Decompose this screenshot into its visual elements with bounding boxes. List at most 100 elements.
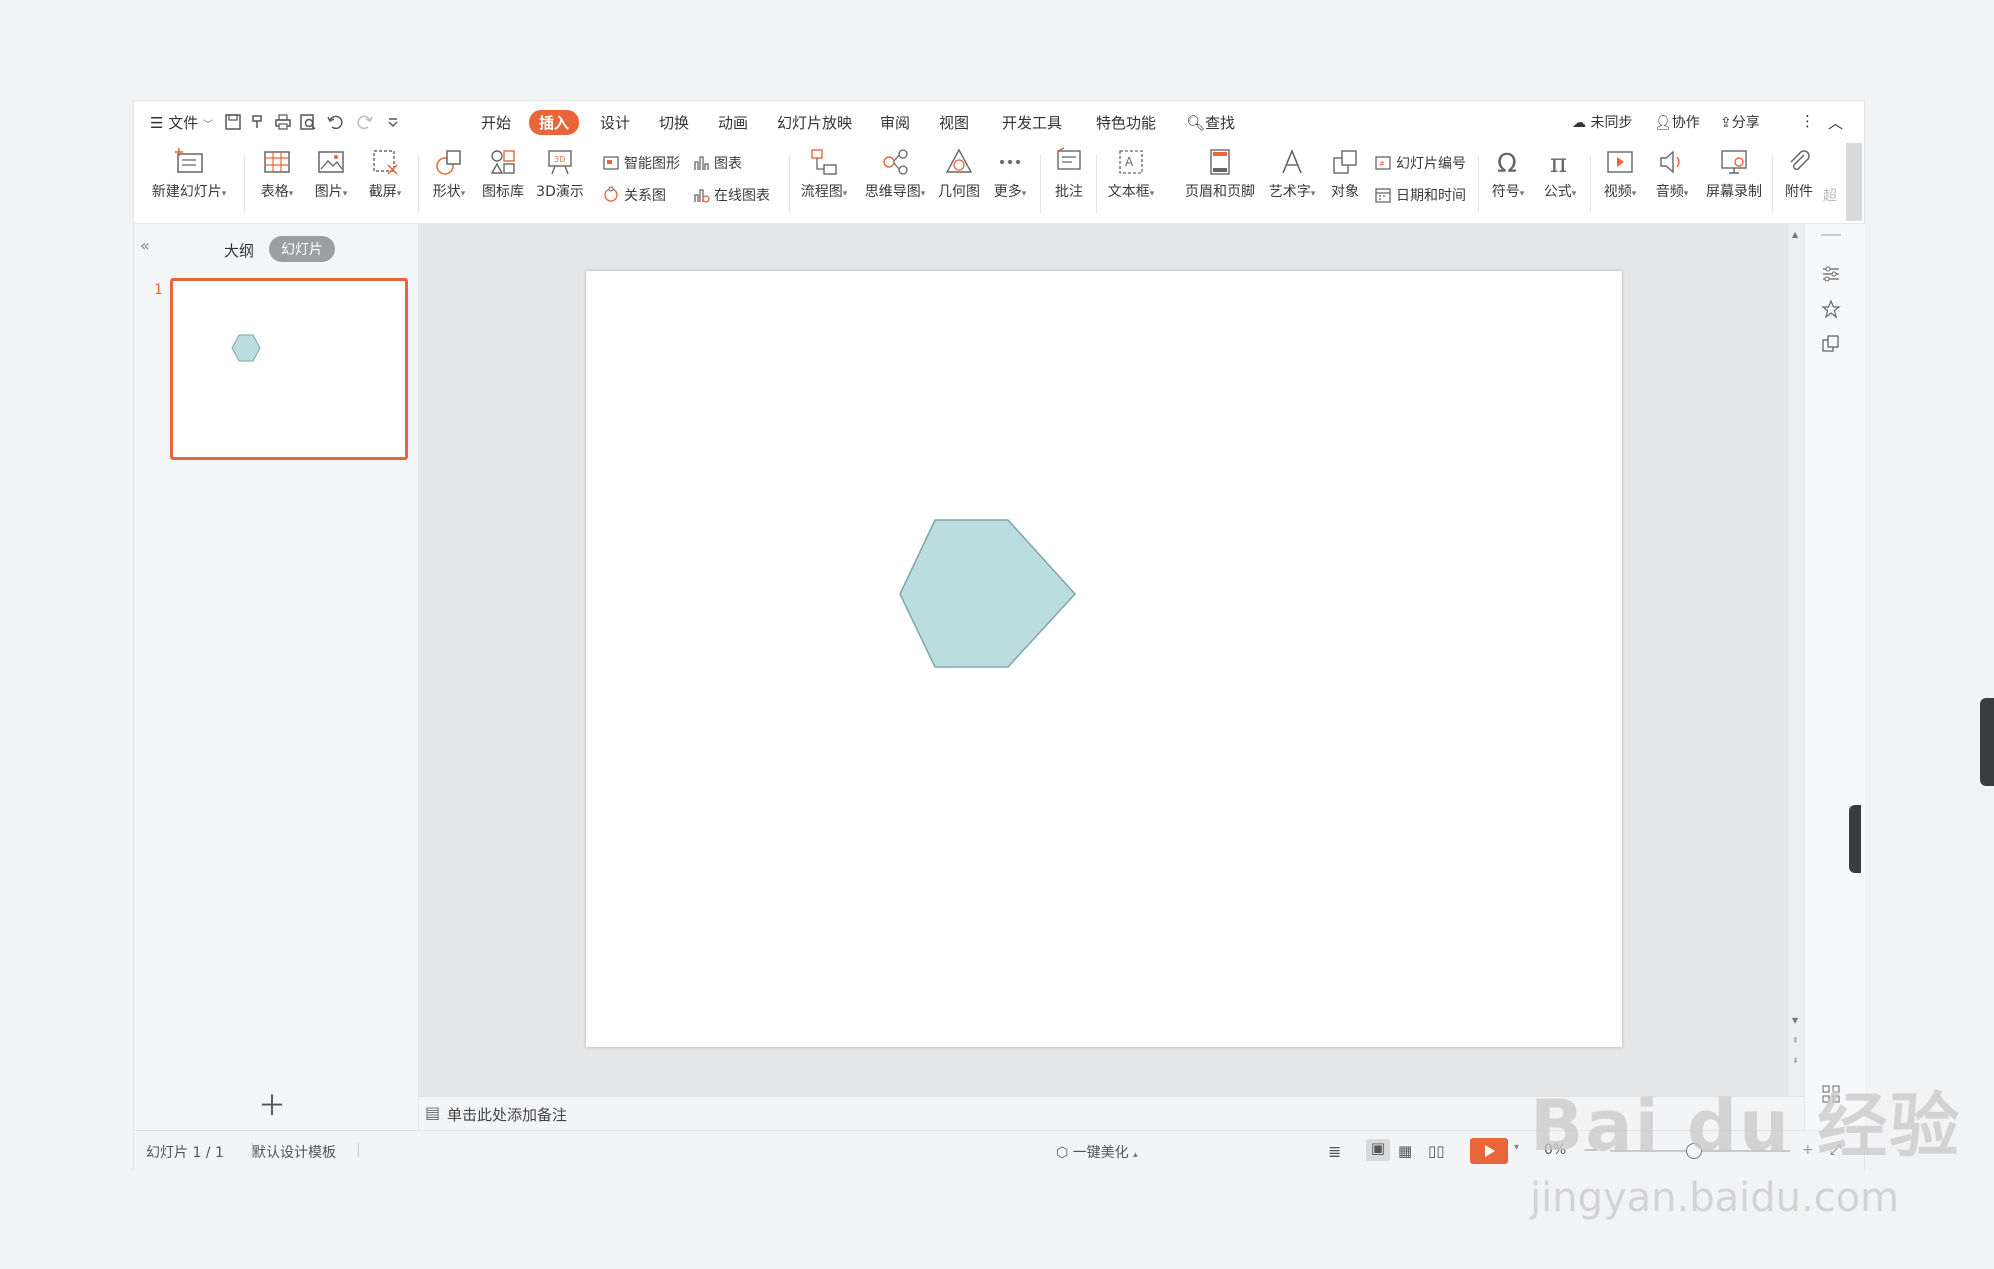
attachment-button[interactable]: 附件 bbox=[1778, 147, 1820, 201]
smart-art-button[interactable]: 智能图形 bbox=[602, 153, 680, 173]
collab-button[interactable]: 👤︎协作 bbox=[1654, 112, 1700, 132]
screen-record-button[interactable]: 屏幕录制 bbox=[1702, 147, 1766, 201]
object-button[interactable]: 对象 bbox=[1322, 147, 1368, 201]
tab-developer[interactable]: 开发工具 bbox=[1002, 112, 1062, 133]
video-button[interactable]: 视频▾ bbox=[1596, 147, 1644, 201]
tab-outline[interactable]: 大纲 bbox=[224, 240, 254, 261]
format-painter-icon[interactable] bbox=[249, 113, 267, 131]
datetime-button[interactable]: 日期和时间 bbox=[1374, 185, 1466, 205]
audio-button[interactable]: 音频▾ bbox=[1648, 147, 1696, 201]
scroll-up-icon[interactable]: ▲ bbox=[1792, 230, 1798, 239]
normal-view-icon[interactable]: ▣ bbox=[1366, 1139, 1390, 1161]
tab-special[interactable]: 特色功能 bbox=[1096, 112, 1156, 133]
notes-icon: ▤ bbox=[425, 1103, 441, 1122]
comment-button[interactable]: 批注 bbox=[1046, 147, 1092, 201]
file-menu[interactable]: ☰ 文件 ﹀ bbox=[150, 112, 213, 133]
pi-icon: π bbox=[1550, 149, 1567, 177]
paperclip-icon bbox=[1790, 150, 1810, 171]
right-task-rail bbox=[1804, 224, 1865, 1130]
shape-icon bbox=[436, 150, 461, 175]
copy-icon[interactable] bbox=[1821, 334, 1841, 354]
search-button[interactable]: 🔍︎查找 bbox=[1186, 112, 1235, 133]
slide-sorter-icon[interactable]: ▦ bbox=[1398, 1142, 1412, 1160]
calendar-icon bbox=[1375, 188, 1391, 203]
tab-slideshow[interactable]: 幻灯片放映 bbox=[777, 112, 852, 133]
picture-button[interactable]: 图片▾ bbox=[306, 147, 356, 201]
tab-insert[interactable]: 插入 bbox=[529, 110, 580, 135]
collapse-panel-icon[interactable]: « bbox=[140, 236, 150, 255]
more-button[interactable]: 更多▾ bbox=[986, 147, 1034, 201]
more-options-icon[interactable]: ⋮ bbox=[1800, 112, 1815, 130]
divider: | bbox=[356, 1142, 361, 1158]
print-icon[interactable] bbox=[274, 113, 292, 131]
slide-number-button[interactable]: # 幻灯片编号 bbox=[1374, 153, 1466, 173]
textbox-button[interactable]: A 文本框▾ bbox=[1102, 147, 1160, 201]
icon-library-icon bbox=[490, 150, 515, 174]
vertical-scrollbar[interactable]: ▲ ▼ ⇞ ⇟ bbox=[1789, 224, 1804, 1096]
table-button[interactable]: 表格▾ bbox=[252, 147, 302, 201]
redo-icon[interactable] bbox=[356, 113, 374, 131]
rail-handle bbox=[1821, 234, 1841, 236]
smart-art-icon bbox=[603, 156, 619, 170]
customize-quick-access-icon[interactable] bbox=[384, 113, 402, 131]
print-preview-icon[interactable] bbox=[299, 113, 317, 131]
notes-placeholder: 单击此处添加备注 bbox=[447, 1106, 568, 1124]
flowchart-button[interactable]: 流程图▾ bbox=[795, 147, 853, 201]
scroll-down-icon[interactable]: ▼ bbox=[1792, 1016, 1798, 1025]
relation-button[interactable]: 关系图 bbox=[602, 185, 666, 205]
notes-toggle-icon[interactable]: ≣ bbox=[1328, 1142, 1341, 1161]
tab-view[interactable]: 视图 bbox=[939, 112, 969, 133]
star-icon[interactable] bbox=[1821, 299, 1841, 319]
tab-animation[interactable]: 动画 bbox=[718, 112, 748, 133]
geometry-button[interactable]: 几何图 bbox=[934, 147, 984, 201]
tab-slides[interactable]: 幻灯片 bbox=[269, 236, 335, 262]
add-slide-button[interactable]: ＋ bbox=[258, 1084, 286, 1124]
slide-thumbnail[interactable] bbox=[170, 278, 408, 460]
search-icon: 🔍︎ bbox=[1186, 114, 1206, 132]
beautify-button[interactable]: ⬡ 一键美化 ▴ bbox=[1056, 1142, 1138, 1162]
adjust-icon[interactable] bbox=[1821, 264, 1841, 284]
3d-demo-button[interactable]: 3D 3D演示 bbox=[532, 147, 588, 201]
undo-icon[interactable] bbox=[326, 113, 344, 131]
play-options-icon[interactable]: ▾ bbox=[1514, 1142, 1519, 1153]
screenshot-button[interactable]: 截屏▾ bbox=[360, 147, 410, 201]
caret-up-icon: ▴ bbox=[1133, 1150, 1138, 1160]
divider bbox=[789, 155, 790, 213]
shape-button[interactable]: 形状▾ bbox=[424, 147, 474, 201]
header-footer-button[interactable]: 页眉和页脚 bbox=[1182, 147, 1258, 201]
next-slide-icon[interactable]: ⇟ bbox=[1792, 1056, 1799, 1065]
icon-library-button[interactable]: 图标库 bbox=[478, 147, 528, 201]
menu-bar: ☰ 文件 ﹀ 开始 插入 设计 切换 动画 幻灯片放映 审阅 视图 开发工具 特… bbox=[134, 101, 1864, 143]
chart-button[interactable]: 图表 bbox=[692, 153, 742, 173]
hyperlink-button[interactable]: 超 bbox=[1822, 147, 1838, 205]
screenshot-icon bbox=[373, 150, 398, 175]
collapse-ribbon-icon[interactable]: ︿ bbox=[1828, 112, 1843, 133]
play-slideshow-button[interactable] bbox=[1470, 1138, 1508, 1164]
3d-board-icon: 3D bbox=[548, 150, 572, 175]
tab-transition[interactable]: 切换 bbox=[659, 112, 689, 133]
tab-review[interactable]: 审阅 bbox=[880, 112, 910, 133]
tab-home[interactable]: 开始 bbox=[481, 112, 511, 133]
symbol-button[interactable]: Ω 符号▾ bbox=[1484, 147, 1532, 201]
bar-chart-icon bbox=[694, 156, 709, 170]
ribbon-scrollbar[interactable] bbox=[1846, 143, 1862, 221]
new-slide-icon bbox=[175, 148, 203, 173]
online-chart-button[interactable]: 在线图表 bbox=[692, 185, 770, 205]
slide-canvas[interactable] bbox=[586, 271, 1622, 1047]
hexagon-shape[interactable] bbox=[899, 519, 1077, 668]
wordart-icon bbox=[1282, 148, 1302, 174]
prev-slide-icon[interactable]: ⇞ bbox=[1792, 1036, 1799, 1045]
sync-status[interactable]: ☁ 未同步 bbox=[1572, 112, 1632, 132]
new-slide-button[interactable]: 新建幻灯片▾ bbox=[148, 147, 230, 201]
wordart-button[interactable]: 艺术字▾ bbox=[1264, 147, 1320, 201]
reading-view-icon[interactable]: ▯▯ bbox=[1428, 1142, 1445, 1160]
tab-design[interactable]: 设计 bbox=[600, 112, 630, 133]
divider bbox=[1040, 155, 1041, 213]
save-icon[interactable] bbox=[224, 113, 242, 131]
share-button[interactable]: ⇪分享 bbox=[1720, 112, 1760, 132]
floating-widget-handle[interactable] bbox=[1980, 698, 1994, 786]
template-name[interactable]: 默认设计模板 bbox=[252, 1142, 336, 1162]
floating-widget-handle-2[interactable] bbox=[1849, 805, 1861, 873]
mindmap-button[interactable]: 思维导图▾ bbox=[860, 147, 930, 201]
formula-button[interactable]: π 公式▾ bbox=[1536, 147, 1584, 201]
